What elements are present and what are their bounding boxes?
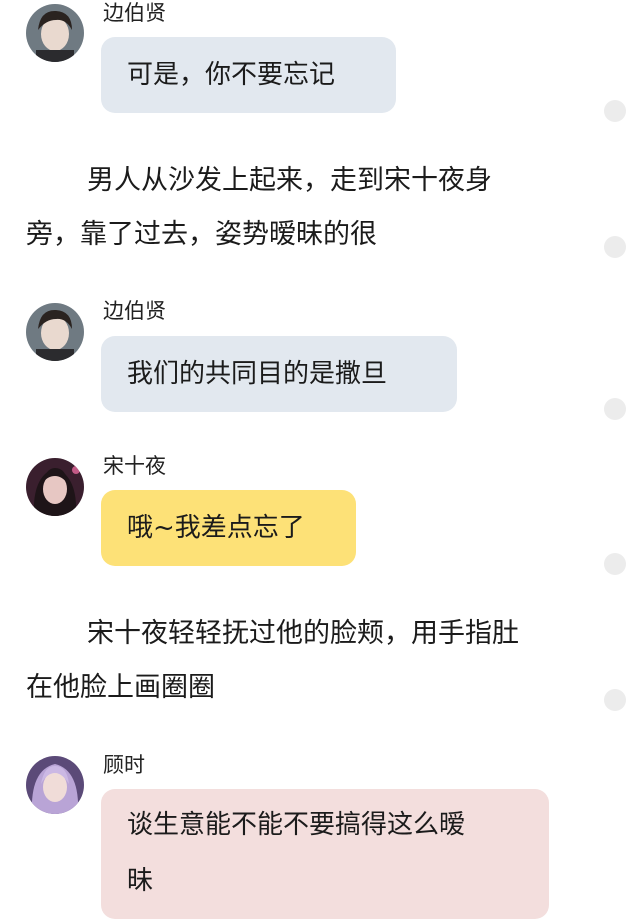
speaker-name: 边伯贤 (103, 1, 166, 25)
narration-paragraph: 男人从沙发上起来，走到宋十夜身 旁，靠了过去，姿势暧昧的很 (26, 154, 586, 262)
speaker-avatar[interactable] (26, 4, 84, 62)
narration-line: 男人从沙发上起来，走到宋十夜身 (87, 165, 492, 196)
male-portrait-avatar-icon (26, 4, 84, 62)
message-text: 哦~我差点忘了 (127, 513, 305, 543)
female-portrait-avatar-icon (26, 458, 84, 516)
speaker-avatar[interactable] (26, 458, 84, 516)
message-text: 我们的共同目的是撒旦 (127, 359, 388, 389)
narration-line: 旁，靠了过去，姿势暧昧的很 (26, 219, 377, 250)
male-portrait-avatar-icon (26, 303, 84, 361)
message-bubble[interactable]: 谈生意能不能不要搞得这么暧 昧 (101, 789, 549, 919)
message-bubble[interactable]: 可是，你不要忘记 (101, 37, 396, 113)
message-bubble[interactable]: 哦~我差点忘了 (101, 490, 356, 566)
message-text: 昧 (127, 866, 154, 896)
side-indicator-dot (604, 553, 626, 575)
message-bubble[interactable]: 我们的共同目的是撒旦 (101, 336, 457, 412)
side-indicator-dot (604, 398, 626, 420)
speaker-avatar[interactable] (26, 756, 84, 814)
side-indicator-dot (604, 236, 626, 258)
side-indicator-dot (604, 689, 626, 711)
speaker-avatar[interactable] (26, 303, 84, 361)
narration-paragraph: 宋十夜轻轻抚过他的脸颊，用手指肚 在他脸上画圈圈 (26, 607, 586, 715)
speaker-name: 顾时 (103, 753, 145, 777)
purple-hair-portrait-avatar-icon (26, 756, 84, 814)
message-text: 可是，你不要忘记 (127, 60, 336, 90)
speaker-name: 边伯贤 (103, 299, 166, 323)
narration-line: 在他脸上画圈圈 (26, 672, 215, 703)
narration-line: 宋十夜轻轻抚过他的脸颊，用手指肚 (87, 618, 519, 649)
side-indicator-dot (604, 100, 626, 122)
speaker-name: 宋十夜 (103, 454, 166, 478)
message-text: 谈生意能不能不要搞得这么暧 (127, 810, 466, 840)
